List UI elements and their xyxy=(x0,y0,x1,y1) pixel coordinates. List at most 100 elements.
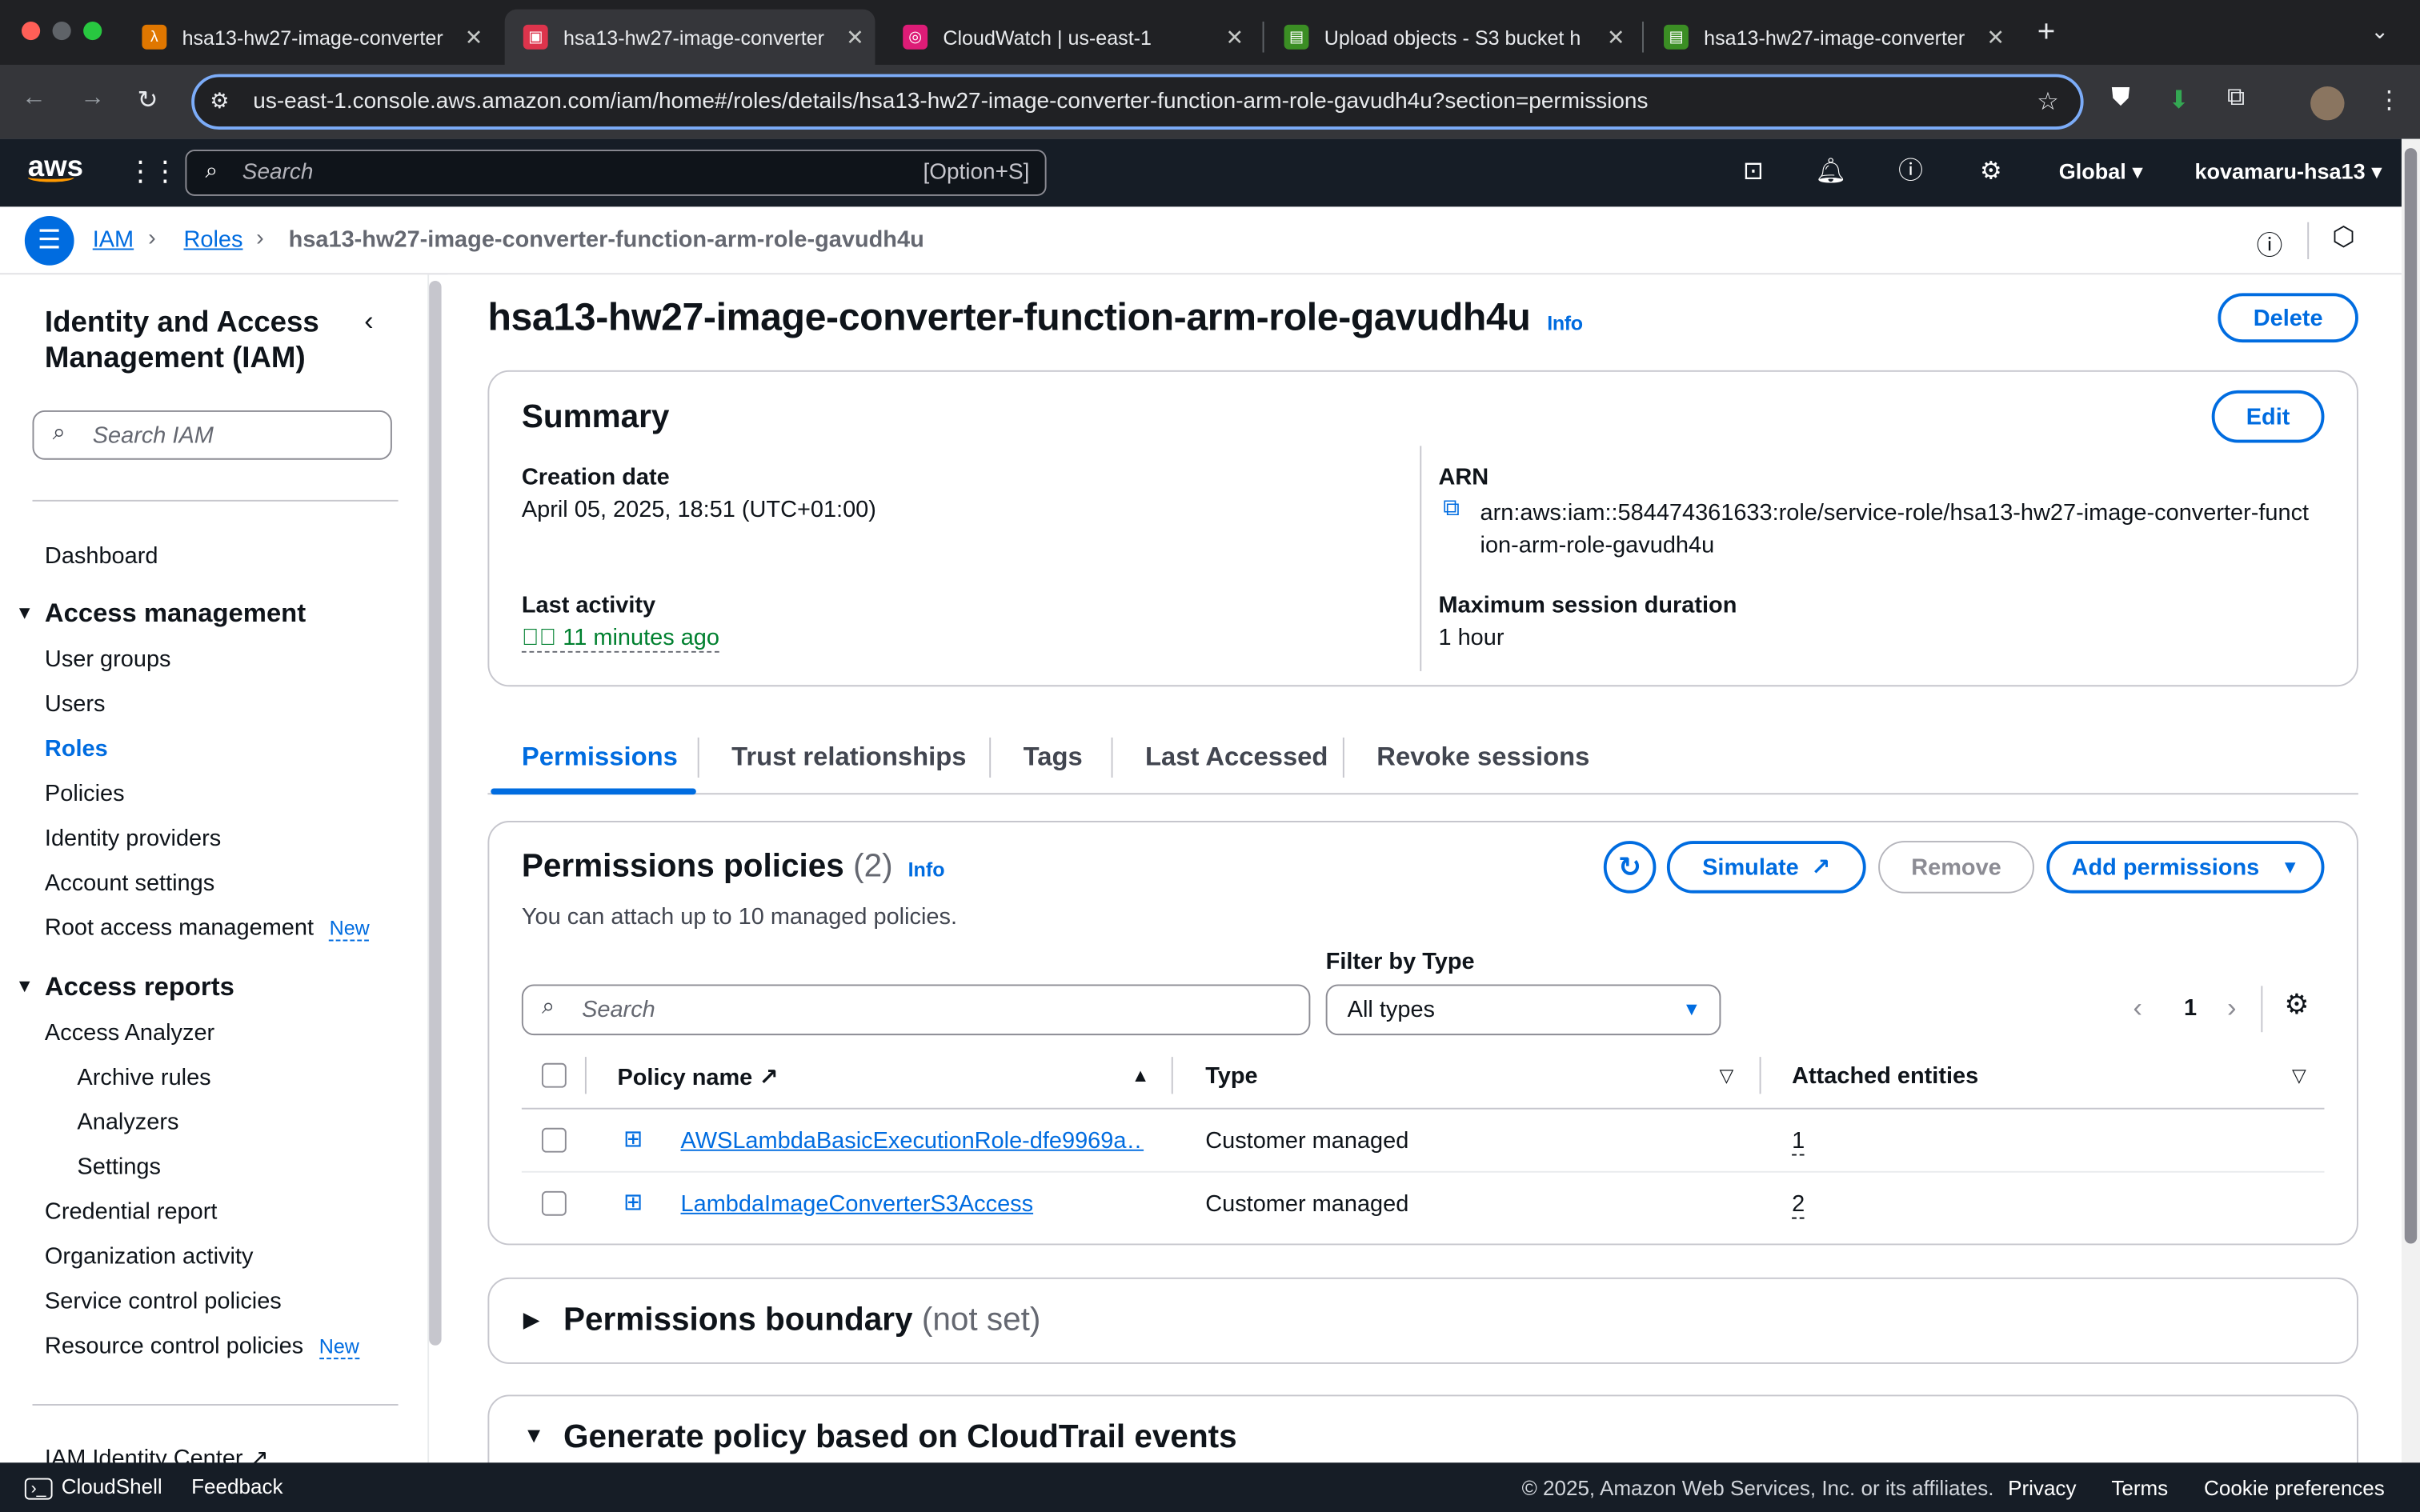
prev-page-icon[interactable]: ‹ xyxy=(2133,992,2142,1025)
cloudshell-button[interactable]: ›_ CloudShell xyxy=(24,1475,162,1500)
policy-name-link[interactable]: AWSLambdaBasicExecutionRole-dfe9969a… xyxy=(681,1128,1144,1154)
tab-search-icon[interactable]: ⌄ xyxy=(2370,18,2389,45)
close-tab-icon[interactable]: ✕ xyxy=(835,24,875,50)
sidebar-item-user-groups[interactable]: User groups xyxy=(45,646,171,673)
maximize-window-button[interactable] xyxy=(83,22,102,41)
settings-hex-icon[interactable]: ⬡ xyxy=(2332,222,2355,254)
sidebar-item-credential-report[interactable]: Credential report xyxy=(45,1199,217,1226)
download-extension-icon[interactable]: ⬇ xyxy=(2169,85,2190,116)
breadcrumb-roles[interactable]: Roles xyxy=(184,227,243,254)
last-activity-value[interactable]: ✓⃝ 11 minutes ago xyxy=(521,625,719,653)
close-tab-icon[interactable]: ✕ xyxy=(1215,24,1255,50)
sort-icon[interactable]: ▽ xyxy=(2292,1065,2306,1086)
column-header-type[interactable]: Type xyxy=(1205,1063,1257,1090)
policy-search-input[interactable]: ⌕ Search xyxy=(521,984,1311,1036)
region-selector[interactable]: Global ▾ xyxy=(2059,159,2143,186)
browser-tab[interactable]: λ hsa13-hw27-image-converter ✕ xyxy=(123,10,494,65)
expand-row-icon[interactable]: ⊞ xyxy=(623,1188,643,1216)
nav-menu-icon[interactable]: ☰ xyxy=(24,216,74,266)
edit-button[interactable]: Edit xyxy=(2211,390,2325,443)
forward-icon[interactable]: → xyxy=(80,85,105,113)
sidebar-scrollbar[interactable] xyxy=(429,281,442,1346)
browser-tab[interactable]: ◎ CloudWatch | us-east-1 ✕ xyxy=(884,10,1255,65)
row-checkbox[interactable] xyxy=(541,1127,567,1153)
cloudshell-icon[interactable]: ⊡ xyxy=(1738,158,1769,189)
row-checkbox[interactable] xyxy=(541,1190,567,1216)
privacy-link[interactable]: Privacy xyxy=(2008,1477,2076,1500)
sort-ascending-icon[interactable]: ▲ xyxy=(1132,1065,1150,1086)
site-info-icon[interactable]: ⚙ xyxy=(210,88,229,114)
close-tab-icon[interactable]: ✕ xyxy=(1976,24,2016,50)
profile-avatar[interactable] xyxy=(2310,86,2345,121)
sidebar-item-analyzers[interactable]: Analyzers xyxy=(77,1110,178,1136)
sidebar-item-root-access-management[interactable]: Root access management New xyxy=(45,915,370,942)
caret-right-icon[interactable]: ▶ xyxy=(523,1307,540,1334)
page-number[interactable]: 1 xyxy=(2184,995,2197,1022)
info-link[interactable]: Info xyxy=(908,858,945,881)
browser-tab[interactable]: ▤ hsa13-hw27-image-converter ✕ xyxy=(1645,10,2016,65)
attached-entities-count[interactable]: 2 xyxy=(1792,1191,1805,1219)
sidebar-section-access-management[interactable]: Access management xyxy=(45,598,306,630)
sidebar-item-resource-control-policies[interactable]: Resource control policies New xyxy=(45,1333,359,1360)
browser-menu-icon[interactable]: ⋮ xyxy=(2377,85,2402,116)
policy-name-link[interactable]: LambdaImageConverterS3Access xyxy=(681,1191,1034,1218)
bookmark-star-icon[interactable]: ☆ xyxy=(2037,86,2059,118)
tab-tags[interactable]: Tags xyxy=(1024,742,1083,774)
table-settings-gear-icon[interactable]: ⚙ xyxy=(2284,989,2309,1022)
sidebar-item-policies[interactable]: Policies xyxy=(45,781,125,807)
sidebar-item-service-control-policies[interactable]: Service control policies xyxy=(45,1288,282,1314)
permissions-boundary-panel[interactable]: ▶ Permissions boundary (not set) xyxy=(487,1277,2358,1364)
tab-revoke-sessions[interactable]: Revoke sessions xyxy=(1376,742,1589,774)
cookie-preferences-link[interactable]: Cookie preferences xyxy=(2204,1477,2385,1500)
close-tab-icon[interactable]: ✕ xyxy=(1596,24,1636,50)
filter-type-select[interactable]: All types ▼ xyxy=(1325,984,1721,1036)
help-icon[interactable]: ⓘ xyxy=(1895,158,1926,189)
info-link[interactable]: Info xyxy=(1547,312,1583,335)
copy-icon[interactable]: ⧉ xyxy=(1443,495,1460,522)
reload-icon[interactable]: ↻ xyxy=(138,85,158,116)
browser-tab[interactable]: ▤ Upload objects - S3 bucket h ✕ xyxy=(1265,10,1636,65)
close-tab-icon[interactable]: ✕ xyxy=(454,24,494,50)
info-panel-icon[interactable]: ⓘ xyxy=(2257,224,2283,262)
close-window-button[interactable] xyxy=(22,22,41,41)
column-header-policy-name[interactable]: Policy name ↗ xyxy=(617,1063,778,1091)
breadcrumb-iam[interactable]: IAM xyxy=(93,227,134,254)
new-tab-icon[interactable]: + xyxy=(2037,15,2056,50)
sidebar-item-access-analyzer[interactable]: Access Analyzer xyxy=(45,1020,214,1046)
sidebar-item-identity-providers[interactable]: Identity providers xyxy=(45,826,221,852)
aws-search-input[interactable]: ⌕ Search [Option+S] xyxy=(185,150,1047,196)
feedback-link[interactable]: Feedback xyxy=(191,1475,282,1498)
browser-tab-active[interactable]: ▣ hsa13-hw27-image-converter ✕ xyxy=(504,9,875,66)
sidebar-search-input[interactable]: ⌕ Search IAM xyxy=(32,410,392,460)
sidebar-item-archive-rules[interactable]: Archive rules xyxy=(77,1065,210,1091)
delete-button[interactable]: Delete xyxy=(2218,293,2358,343)
tab-trust-relationships[interactable]: Trust relationships xyxy=(731,742,966,774)
sidebar-item-users[interactable]: Users xyxy=(45,691,106,718)
minimize-window-button[interactable] xyxy=(52,22,71,41)
notifications-bell-icon[interactable]: 🔔︎ xyxy=(1815,158,1846,189)
sidebar-item-organization-activity[interactable]: Organization activity xyxy=(45,1243,253,1270)
column-header-attached-entities[interactable]: Attached entities xyxy=(1792,1063,1978,1090)
refresh-button[interactable]: ↻ xyxy=(1603,841,1657,894)
sidebar-item-roles[interactable]: Roles xyxy=(45,736,108,762)
shield-extension-icon[interactable]: ⛊ xyxy=(2111,85,2130,113)
next-page-icon[interactable]: › xyxy=(2227,992,2237,1025)
add-permissions-button[interactable]: Add permissions ▼ xyxy=(2046,841,2325,894)
tab-last-accessed[interactable]: Last Accessed xyxy=(1145,742,1328,774)
sidebar-item-dashboard[interactable]: Dashboard xyxy=(45,543,158,570)
extensions-icon[interactable]: ⧉ xyxy=(2227,85,2245,113)
simulate-button[interactable]: Simulate ↗ xyxy=(1666,841,1866,894)
expand-row-icon[interactable]: ⊞ xyxy=(623,1125,643,1153)
settings-gear-icon[interactable]: ⚙ xyxy=(1976,158,2007,189)
caret-down-icon[interactable]: ▼ xyxy=(523,1422,545,1447)
tab-permissions[interactable]: Permissions xyxy=(522,742,678,774)
account-menu[interactable]: kovamaru-hsa13 ▾ xyxy=(2194,159,2382,186)
address-bar[interactable]: ⚙ us-east-1.console.aws.amazon.com/iam/h… xyxy=(191,74,2084,130)
back-icon[interactable]: ← xyxy=(22,85,46,113)
sort-icon[interactable]: ▽ xyxy=(1719,1065,1733,1086)
sidebar-item-settings[interactable]: Settings xyxy=(77,1154,161,1181)
collapse-sidebar-icon[interactable]: ‹ xyxy=(364,306,374,338)
terms-link[interactable]: Terms xyxy=(2111,1477,2168,1500)
sidebar-section-access-reports[interactable]: Access reports xyxy=(45,972,234,1003)
select-all-checkbox[interactable] xyxy=(541,1062,567,1088)
